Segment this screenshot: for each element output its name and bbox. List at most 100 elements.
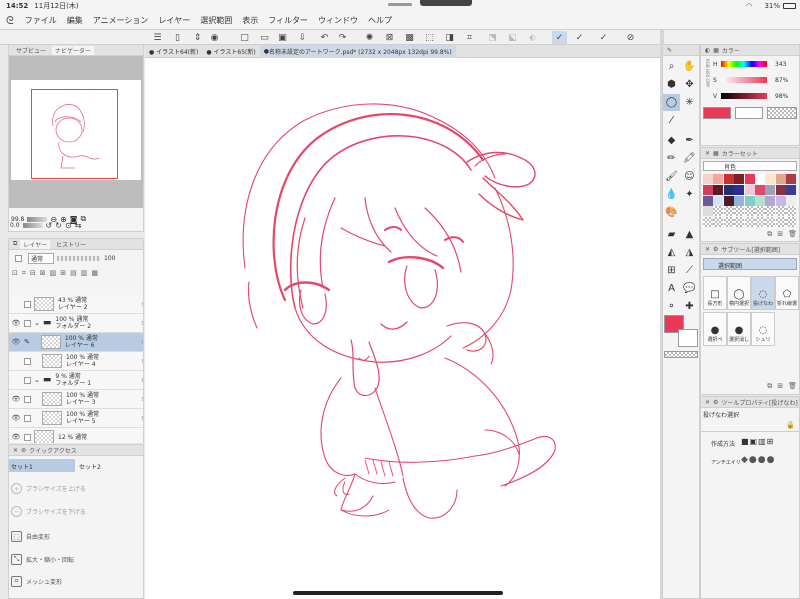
color-wheel-icon[interactable]: ◐ (705, 47, 710, 54)
menu-animation[interactable]: アニメーション (88, 15, 154, 26)
undo-icon[interactable]: ↶ (317, 31, 332, 44)
value-slider[interactable] (721, 93, 767, 99)
rectangle-select-button[interactable]: □ 長方形 (703, 276, 727, 310)
rotate-left-icon[interactable]: ↺ (46, 221, 53, 230)
menu-view[interactable]: 表示 (237, 15, 263, 26)
free-transform-item[interactable]: ⬚ 自由変形 (11, 531, 50, 542)
menu-edit[interactable]: 編集 (62, 15, 88, 26)
lasso-tool-icon[interactable]: ◯ (663, 94, 680, 111)
layer-row[interactable]: 👁 12 % 通常 (9, 428, 143, 443)
menu-layer[interactable]: レイヤー (153, 15, 195, 26)
eye-icon[interactable]: 👁 (11, 395, 21, 403)
current-transparent[interactable] (767, 107, 797, 119)
transform-icon[interactable]: ⬔ (485, 31, 500, 44)
color-swatch[interactable] (713, 206, 724, 217)
gradient-icon[interactable]: ▰ (663, 226, 680, 243)
lasso-select-button[interactable]: ◌ 投げなわ (751, 276, 775, 310)
color-swatch[interactable] (734, 174, 745, 184)
layer-row[interactable]: 👁 100 % 通常レイヤー 5 ≡ (9, 409, 143, 428)
saturation-slider[interactable] (721, 77, 767, 83)
folder-row[interactable]: 👁⌄▬ 100 % 通常フォルダー 2 ≡ (9, 314, 143, 333)
doc-tab-active[interactable]: ● 名称未設定のアートワーク.psd* (2732 x 2048px 132dp… (259, 44, 456, 58)
tool-lock-icon[interactable]: 🔒 (786, 421, 795, 429)
color-swatch[interactable] (755, 184, 765, 195)
lock-transparency-icon[interactable]: ⊠ (40, 269, 46, 277)
stabilizer-1-icon[interactable]: ✓ (552, 31, 567, 44)
color-swatch[interactable] (723, 206, 734, 217)
open-folder-icon[interactable]: ▭ (257, 31, 272, 44)
menu-window[interactable]: ウィンドウ (313, 15, 363, 26)
layer-row[interactable]: 43 % 通常レイヤー 2 ≡ (9, 295, 143, 314)
mesh-transform-item[interactable]: ⌗ メッシュ変形 (11, 576, 62, 587)
mode-cmy[interactable]: CMY (705, 78, 710, 87)
merge-icon[interactable]: ▤ (70, 269, 77, 277)
marker-icon[interactable]: 🖍 (681, 150, 698, 167)
transparent-swatch[interactable] (664, 351, 698, 358)
opacity-value[interactable]: 100 (104, 255, 115, 262)
polyline-select-button[interactable]: ⬠ 折れ線選 (775, 276, 799, 310)
perspective-ruler-icon[interactable]: ⊘ (623, 31, 638, 44)
antialias-buttons[interactable]: ◆●●● (741, 455, 775, 465)
line-correct-icon[interactable]: ✚ (681, 298, 698, 315)
color-swatch[interactable] (765, 174, 776, 184)
color-swatch[interactable] (775, 217, 786, 228)
opacity-slider[interactable] (57, 255, 102, 261)
crop-icon[interactable]: ⌗ (462, 31, 477, 44)
color-swatch[interactable] (723, 174, 734, 184)
hamburger-icon[interactable]: ☰ (150, 31, 165, 44)
add-icon[interactable]: ⊞ (60, 269, 66, 277)
export-icon[interactable]: ⇩ (295, 31, 310, 44)
menu-help[interactable]: ヘルプ (363, 15, 397, 26)
current-sub-color[interactable] (735, 107, 763, 119)
camera-icon[interactable]: ◉ (207, 31, 222, 44)
color-swatch[interactable] (744, 206, 755, 217)
color-swatch[interactable] (703, 174, 713, 184)
new-icon[interactable]: ▯ (170, 31, 185, 44)
color-swatch[interactable] (765, 195, 776, 206)
clip-icon[interactable]: ⊡ (12, 269, 18, 277)
color-swatch[interactable] (755, 206, 765, 217)
color-swatch[interactable] (765, 206, 776, 217)
delete-color-icon[interactable]: 🗑 (788, 230, 797, 240)
zoom-tool-icon[interactable]: ⌕ (663, 58, 680, 75)
mode-hsv[interactable]: HSV (705, 69, 710, 77)
folder-row[interactable]: ⌄▬ 9 % 通常フォルダー 1 ≡ (9, 371, 143, 390)
shape-icon[interactable]: ▲ (681, 226, 698, 243)
color-swatch[interactable] (786, 206, 797, 217)
move-tool-icon[interactable]: ✥ (681, 76, 698, 93)
color-swatch[interactable] (765, 217, 776, 228)
auto-select-icon[interactable]: ✳ (681, 94, 698, 111)
color-swatch[interactable] (786, 184, 797, 195)
stabilizer-3-icon[interactable]: ✓ (596, 31, 611, 44)
color-swatch[interactable] (734, 217, 745, 228)
color-swatch[interactable] (786, 217, 797, 228)
color-swatch[interactable] (713, 174, 724, 184)
color-swatch[interactable] (744, 217, 755, 228)
blend-icon[interactable]: 💧 (663, 186, 680, 203)
redo-icon[interactable]: ↷ (335, 31, 350, 44)
tool-settings-icon[interactable]: ⇕ (190, 31, 205, 44)
color-swatch[interactable] (723, 184, 734, 195)
color-slider-icon[interactable]: ▦ (713, 47, 719, 54)
operation-tool-icon[interactable]: ⬢ (663, 76, 680, 93)
stabilizer-2-icon[interactable]: ✓ (572, 31, 587, 44)
app-logo-icon[interactable]: ᘓ (6, 14, 14, 28)
correction-icon[interactable]: ⚬ (663, 298, 680, 315)
color-swatch[interactable] (755, 174, 765, 184)
rotate-reset-icon[interactable]: ⊙ (65, 221, 72, 230)
tab-history[interactable]: ヒストリー (53, 240, 89, 249)
color-swatch[interactable] (734, 195, 745, 206)
ref-layer-icon[interactable]: ⌗ (22, 269, 26, 278)
current-main-color[interactable] (703, 107, 731, 119)
fill-bucket-icon[interactable]: ⟋ (681, 262, 698, 279)
sub-tool-group[interactable]: 選択範囲 (703, 258, 797, 270)
navigator-preview[interactable] (9, 56, 143, 208)
mask-icon[interactable]: ▨ (50, 269, 57, 277)
shrink-select-button[interactable]: ◌ シュリ (751, 312, 775, 346)
color-swatch[interactable] (713, 184, 724, 195)
delete-subtool-icon[interactable]: 🗑 (788, 382, 797, 392)
layer-row[interactable]: 100 % 通常レイヤー 4 ≡ (9, 352, 143, 371)
color-swatch[interactable] (744, 174, 755, 184)
tab-set1[interactable]: セット1 (9, 459, 75, 472)
frame-icon[interactable]: ⊞ (663, 262, 680, 279)
